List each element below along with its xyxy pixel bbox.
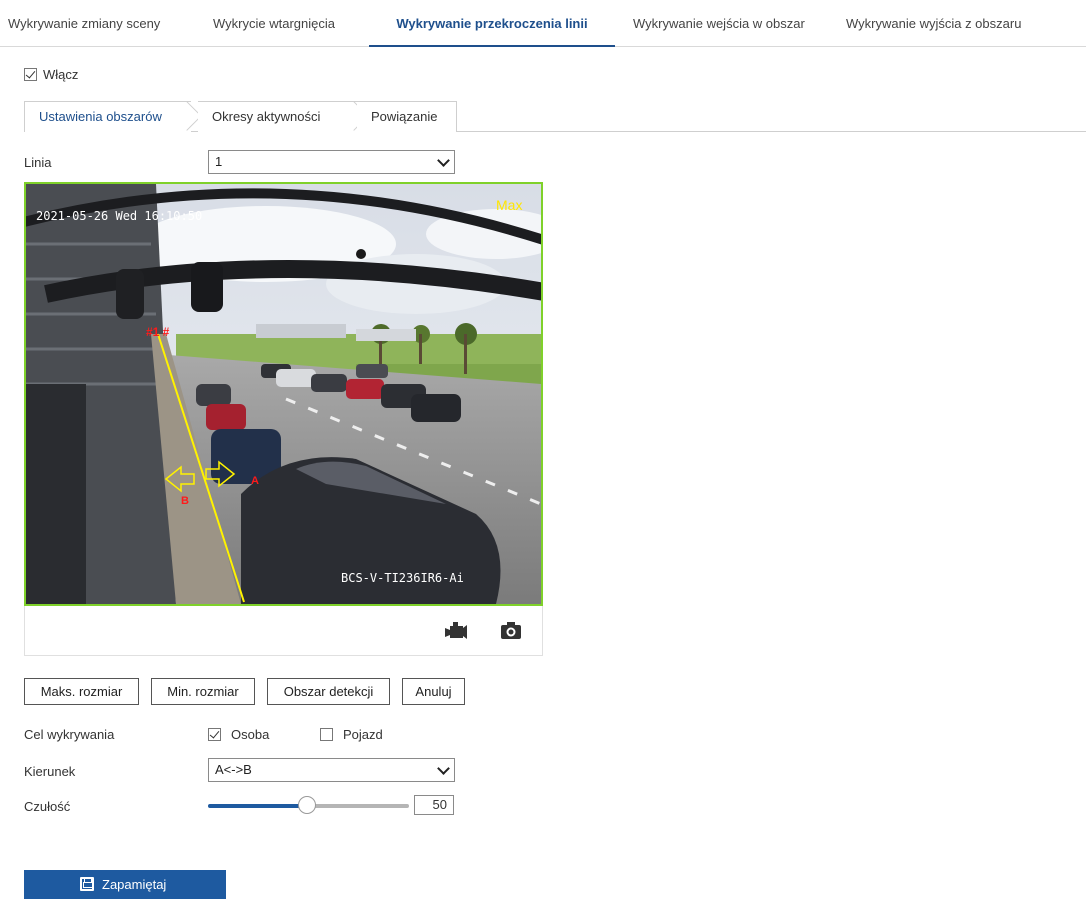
camera-name-overlay: BCS-V-TI236IR6-Ai: [341, 571, 464, 585]
side-b-label: B: [181, 495, 189, 507]
subtab-area-settings-label: Ustawienia obszarów: [39, 109, 162, 124]
enable-row: Włącz: [24, 67, 78, 82]
detection-area-button[interactable]: Obszar detekcji: [267, 678, 390, 705]
person-option: Osoba: [208, 727, 269, 742]
person-checkbox[interactable]: [208, 728, 221, 741]
camera-scene: 2021-05-26 Wed 16:10:50 Max BCS-V-TI236I…: [26, 184, 541, 604]
direction-select-value: A<->B: [215, 762, 252, 777]
enable-checkbox[interactable]: [24, 68, 37, 81]
tab-scene-change[interactable]: Wykrywanie zmiany sceny: [8, 0, 160, 47]
line-label: Linia: [24, 155, 52, 170]
vehicle-label: Pojazd: [343, 727, 383, 742]
save-label: Zapamiętaj: [102, 877, 167, 892]
enable-label: Włącz: [43, 67, 79, 82]
person-label: Osoba: [231, 727, 270, 742]
settings-subtabs: Ustawienia obszarów Okresy aktywności Po…: [24, 101, 1086, 132]
sensitivity-slider-fill: [208, 804, 306, 808]
min-size-button[interactable]: Min. rozmiar: [151, 678, 255, 705]
sensitivity-label: Czułość: [24, 799, 71, 814]
max-size-button[interactable]: Maks. rozmiar: [24, 678, 139, 705]
video-toolbar: [24, 606, 543, 656]
direction-label: Kierunek: [24, 764, 76, 779]
subtab-linkage-label: Powiązanie: [371, 109, 438, 124]
camera-icon[interactable]: [501, 622, 521, 639]
side-a-label: A: [251, 475, 259, 487]
tab-intrusion[interactable]: Wykrycie wtargnięcia: [213, 0, 335, 47]
subtab-area-settings[interactable]: Ustawienia obszarów: [24, 101, 202, 132]
chevron-down-icon: [437, 154, 450, 167]
floppy-icon: [80, 877, 94, 891]
detection-target-label: Cel wykrywania: [24, 727, 115, 742]
timestamp-overlay: 2021-05-26 Wed 16:10:50: [36, 209, 202, 223]
tab-region-exit[interactable]: Wykrywanie wyjścia z obszaru: [846, 0, 1021, 47]
subtab-linkage[interactable]: Powiązanie: [357, 101, 457, 132]
video-camera-icon[interactable]: [445, 622, 467, 640]
cancel-button[interactable]: Anuluj: [402, 678, 465, 705]
sensitivity-slider-handle[interactable]: [298, 796, 316, 814]
direction-select[interactable]: A<->B: [208, 758, 455, 782]
max-label: Max: [496, 197, 522, 213]
sensitivity-value-field[interactable]: 50: [414, 795, 454, 815]
line-select-value: 1: [215, 154, 223, 169]
tab-region-entrance[interactable]: Wykrywanie wejścia w obszar: [633, 0, 805, 47]
subtab-arming-schedule-label: Okresy aktywności: [212, 109, 321, 124]
vehicle-option: Pojazd: [320, 727, 383, 742]
subtab-arming-schedule[interactable]: Okresy aktywności: [198, 101, 369, 132]
detection-type-tabs: Wykrywanie zmiany sceny Wykrycie wtargni…: [0, 0, 1086, 47]
line-select[interactable]: 1: [208, 150, 455, 174]
save-button[interactable]: Zapamiętaj: [24, 870, 226, 899]
video-preview[interactable]: 2021-05-26 Wed 16:10:50 Max BCS-V-TI236I…: [24, 182, 543, 606]
chevron-down-icon: [437, 762, 450, 775]
sensitivity-slider-track[interactable]: [306, 804, 409, 808]
tab-line-crossing[interactable]: Wykrywanie przekroczenia linii: [369, 0, 615, 47]
vehicle-checkbox[interactable]: [320, 728, 333, 741]
line-id-label: #1 #: [146, 325, 170, 339]
